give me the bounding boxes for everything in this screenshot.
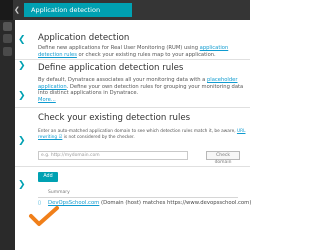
top-bar: ❮ Application detection bbox=[0, 0, 250, 20]
check-section: Check your existing detection rules Ente… bbox=[38, 113, 250, 140]
collapse-chevron-icon[interactable]: ❮ bbox=[18, 36, 26, 45]
summary-column-header: Summary bbox=[48, 190, 70, 195]
expand-chevron-icon[interactable]: ❯ bbox=[18, 92, 26, 101]
expand-chevron-icon[interactable]: ❯ bbox=[18, 181, 26, 190]
divider bbox=[15, 107, 250, 108]
check-title: Check your existing detection rules bbox=[38, 113, 191, 123]
define-section: Define application detection rules By de… bbox=[38, 63, 250, 103]
left-nav-rail bbox=[0, 20, 15, 250]
check-mark-icon bbox=[29, 206, 59, 226]
intro-section: Application detection Define new applica… bbox=[38, 33, 250, 58]
check-text: Enter an auto-matched application domain… bbox=[38, 129, 246, 140]
nav-item-icon[interactable] bbox=[3, 22, 12, 31]
more-link[interactable]: More... bbox=[38, 97, 56, 103]
expand-chevron-icon[interactable]: ❯ bbox=[18, 62, 26, 71]
intro-text: Define new applications for Real User Mo… bbox=[38, 45, 229, 58]
check-domain-button[interactable]: Check domain bbox=[206, 151, 240, 165]
nav-item-icon[interactable] bbox=[3, 47, 12, 56]
table-row-divider bbox=[38, 197, 238, 198]
define-title: Define application detection rules bbox=[38, 63, 184, 73]
breadcrumb[interactable]: Application detection bbox=[24, 3, 132, 17]
expand-chevron-icon[interactable]: ❯ bbox=[18, 137, 26, 146]
nav-item-icon[interactable] bbox=[3, 34, 12, 43]
divider bbox=[15, 59, 250, 60]
define-text: By default, Dynatrace associates all you… bbox=[38, 77, 244, 103]
domain-input[interactable]: e.g. http://mydomain.com bbox=[38, 151, 188, 160]
menu-icon[interactable] bbox=[0, 0, 13, 20]
back-icon[interactable]: ❮ bbox=[14, 6, 20, 14]
intro-title: Application detection bbox=[38, 33, 130, 43]
table-row: DevOpsSchool.com (Domain (host) matches … bbox=[48, 200, 252, 206]
divider bbox=[15, 166, 250, 167]
add-item-button[interactable]: Add item bbox=[38, 172, 58, 189]
